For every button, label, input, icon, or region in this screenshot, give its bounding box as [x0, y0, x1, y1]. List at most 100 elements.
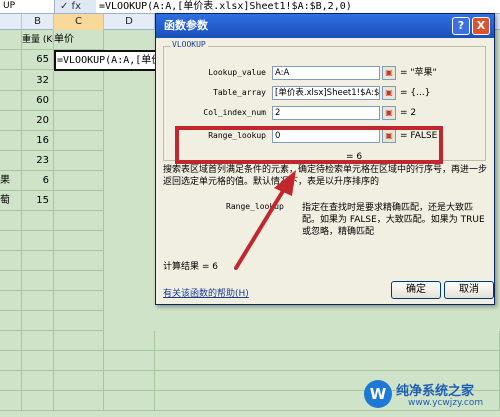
- watermark-url: www.ycwjzy.com: [408, 398, 484, 408]
- row-header[interactable]: [0, 211, 22, 231]
- price-cell[interactable]: [54, 191, 104, 211]
- param-description-label: Range_lookup: [226, 202, 284, 211]
- price-cell[interactable]: [54, 271, 104, 291]
- row-header[interactable]: [0, 131, 22, 151]
- row-header[interactable]: [0, 71, 22, 91]
- highlight-annotation-box: [175, 126, 443, 164]
- weight-cell[interactable]: [22, 351, 54, 371]
- weight-cell[interactable]: 65: [22, 50, 54, 70]
- column-header-b[interactable]: B: [22, 14, 54, 30]
- help-button[interactable]: ?: [452, 17, 470, 35]
- arg-label-lookup-value: Lookup_value: [208, 68, 266, 77]
- row-header[interactable]: [0, 271, 22, 291]
- function-help-link[interactable]: 有关该函数的帮助(H): [163, 286, 249, 299]
- weight-cell[interactable]: [22, 291, 54, 311]
- grid-cell[interactable]: [104, 351, 155, 371]
- row-header[interactable]: [0, 251, 22, 271]
- grid-cell[interactable]: [155, 331, 500, 351]
- row-header[interactable]: [0, 231, 22, 251]
- arg-label-col-index-num: Col_index_num: [203, 108, 266, 117]
- collapse-dialog-icon[interactable]: ▣: [382, 66, 396, 80]
- collapse-dialog-icon[interactable]: ▣: [382, 86, 396, 100]
- grid-cell[interactable]: [104, 331, 155, 351]
- row-header[interactable]: [0, 291, 22, 311]
- watermark-title: 纯净系统之家: [396, 384, 475, 399]
- weight-cell[interactable]: 6: [22, 171, 54, 191]
- formula-icons[interactable]: ✓ fx: [60, 0, 81, 13]
- weight-cell[interactable]: 20: [22, 111, 54, 131]
- price-cell[interactable]: [54, 71, 104, 91]
- close-button[interactable]: X: [472, 17, 490, 35]
- corner-cell[interactable]: [0, 14, 22, 30]
- collapse-dialog-icon[interactable]: ▣: [382, 106, 396, 120]
- price-cell[interactable]: [54, 351, 104, 371]
- row-header[interactable]: 果: [0, 171, 22, 191]
- price-cell[interactable]: [54, 371, 104, 391]
- row-header[interactable]: [0, 391, 22, 411]
- price-cell[interactable]: [54, 131, 104, 151]
- arg-result-lookup-value: = "苹果": [400, 68, 437, 78]
- row-header[interactable]: [0, 50, 22, 70]
- ok-button[interactable]: 确定: [391, 281, 441, 299]
- site-watermark: W 纯净系统之家 www.ycwjzy.com: [360, 374, 500, 417]
- price-cell[interactable]: [54, 231, 104, 251]
- function-name-label: VLOOKUP: [170, 40, 208, 49]
- weight-cell[interactable]: 23: [22, 151, 54, 171]
- price-cell[interactable]: [54, 251, 104, 271]
- param-description-text: 指定在查找时是要求精确匹配，还是大致匹配。如果为 FALSE，大致匹配。如果为 …: [302, 203, 485, 237]
- price-cell[interactable]: [54, 171, 104, 191]
- arg-input-table-array[interactable]: [单价表.xlsx]Sheet1!$A:$B: [272, 86, 380, 100]
- column-header-d[interactable]: D: [104, 14, 155, 30]
- active-cell[interactable]: =VLOOKUP(A:A,[单价表.xl: [54, 50, 164, 71]
- row-header[interactable]: [0, 311, 22, 331]
- row-header[interactable]: [0, 30, 22, 50]
- weight-cell[interactable]: 16: [22, 131, 54, 151]
- header-cell-price[interactable]: 单价: [54, 30, 104, 50]
- arg-label-table-array: Table_array: [213, 88, 266, 97]
- arg-result-table-array: = {...}: [400, 88, 431, 98]
- price-cell[interactable]: [54, 151, 104, 171]
- weight-cell[interactable]: [22, 271, 54, 291]
- grid-cell[interactable]: [155, 351, 500, 371]
- function-description: 搜索表区域首列满足条件的元素，确定待检索单元格在区域中的行序号，再进一步返回选定…: [163, 165, 488, 187]
- calculation-result: 计算结果 = 6: [163, 262, 218, 272]
- grid-cell[interactable]: [104, 371, 155, 391]
- arg-input-lookup-value[interactable]: A:A: [272, 66, 380, 80]
- row-header[interactable]: [0, 351, 22, 371]
- header-cell-weight[interactable]: 重量 (KG): [22, 30, 54, 50]
- grid-cell[interactable]: [104, 391, 155, 411]
- price-cell[interactable]: [54, 91, 104, 111]
- weight-cell[interactable]: [22, 331, 54, 351]
- weight-cell[interactable]: [22, 211, 54, 231]
- weight-cell[interactable]: 60: [22, 91, 54, 111]
- weight-cell[interactable]: [22, 311, 54, 331]
- row-header[interactable]: [0, 151, 22, 171]
- row-header[interactable]: [0, 111, 22, 131]
- price-cell[interactable]: [54, 111, 104, 131]
- dialog-title: 函数参数: [164, 19, 208, 32]
- price-cell[interactable]: [54, 391, 104, 411]
- row-header[interactable]: 萄: [0, 191, 22, 211]
- price-cell[interactable]: [54, 211, 104, 231]
- price-cell[interactable]: [54, 291, 104, 311]
- weight-cell[interactable]: [22, 371, 54, 391]
- arg-input-col-index-num[interactable]: 2: [272, 106, 380, 120]
- weight-cell[interactable]: 15: [22, 191, 54, 211]
- price-cell[interactable]: [54, 331, 104, 351]
- price-cell[interactable]: [54, 311, 104, 331]
- arg-result-col-index-num: = 2: [400, 108, 417, 118]
- formula-bar: UP ✓ fx =VLOOKUP(A:A,[单价表.xlsx]Sheet1!$A…: [0, 0, 500, 14]
- weight-cell[interactable]: [22, 231, 54, 251]
- row-header[interactable]: [0, 91, 22, 111]
- column-header-c[interactable]: C: [54, 14, 104, 30]
- row-header[interactable]: [0, 331, 22, 351]
- dialog-titlebar[interactable]: 函数参数 ? X: [156, 14, 494, 38]
- name-box[interactable]: UP: [0, 0, 55, 13]
- watermark-logo-icon: W: [364, 380, 392, 408]
- formula-input[interactable]: =VLOOKUP(A:A,[单价表.xlsx]Sheet1!$A:$B,2,0): [96, 0, 500, 13]
- weight-cell[interactable]: [22, 391, 54, 411]
- cancel-button[interactable]: 取消: [444, 281, 494, 299]
- weight-cell[interactable]: [22, 251, 54, 271]
- row-header[interactable]: [0, 371, 22, 391]
- weight-cell[interactable]: 32: [22, 71, 54, 91]
